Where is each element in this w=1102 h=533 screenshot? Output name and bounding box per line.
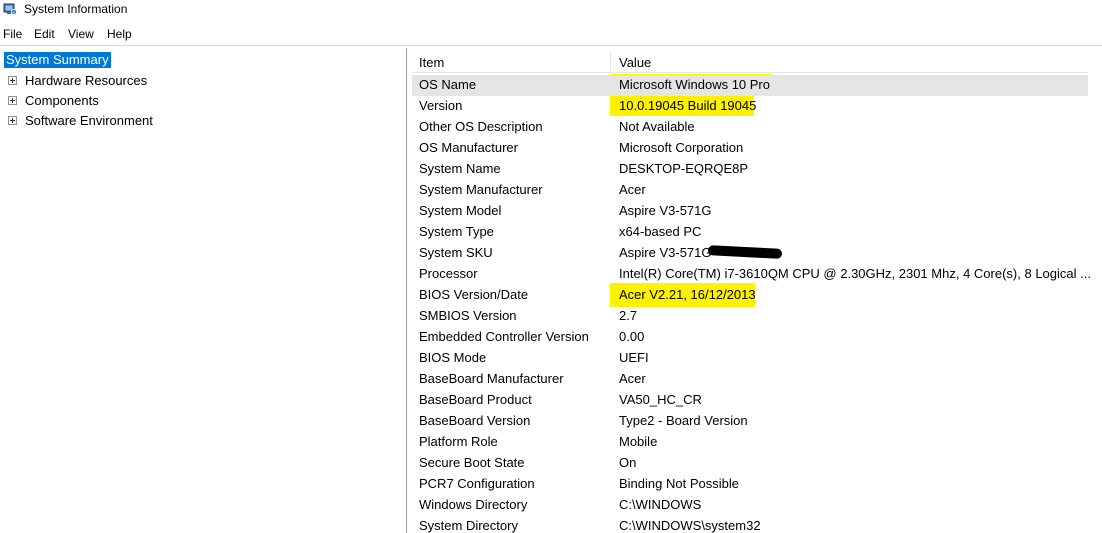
plus-box-icon[interactable] (8, 116, 17, 125)
row-item: Version (419, 98, 463, 113)
plus-box-icon[interactable] (8, 76, 17, 85)
row-item: BaseBoard Version (419, 413, 531, 428)
table-row[interactable]: Processor Intel(R) Core(TM) i7-3610QM CP… (412, 264, 1091, 285)
row-value: C:\WINDOWS\system32 (619, 518, 761, 533)
category-tree: System Summary Hardware Resources Compon… (0, 48, 405, 533)
menu-bar: File Edit View Help (0, 24, 1102, 44)
tree-item-label: Hardware Resources (25, 73, 148, 88)
menu-file[interactable]: File (3, 27, 22, 41)
table-row[interactable]: BIOS Version/Date Acer V2.21, 16/12/2013 (412, 285, 1088, 306)
tree-item-label: Components (25, 93, 99, 108)
row-item: OS Manufacturer (419, 140, 518, 155)
row-item: Processor (419, 266, 478, 281)
pane-splitter[interactable] (406, 48, 410, 533)
table-row[interactable]: BaseBoard Manufacturer Acer (412, 369, 1088, 390)
row-value: UEFI (619, 350, 649, 365)
row-value: Not Available (619, 119, 695, 134)
row-item: System Type (419, 224, 494, 239)
table-row[interactable]: Embedded Controller Version 0.00 (412, 327, 1088, 348)
list-header: Item Value (412, 52, 1088, 73)
plus-box-icon[interactable] (8, 96, 17, 105)
row-item: System Model (419, 203, 502, 218)
row-item: BaseBoard Manufacturer (419, 371, 564, 386)
row-value: Aspire V3-571G (619, 203, 712, 218)
details-list: Item Value OS Name Microsoft Windows 10 … (412, 48, 1102, 533)
table-row[interactable]: System Type x64-based PC (412, 222, 1088, 243)
row-item: Other OS Description (419, 119, 543, 134)
table-row[interactable]: System Manufacturer Acer (412, 180, 1088, 201)
row-value: Type2 - Board Version (619, 413, 748, 428)
row-item: Platform Role (419, 434, 498, 449)
row-item: PCR7 Configuration (419, 476, 535, 491)
row-item: Secure Boot State (419, 455, 525, 470)
row-item: BIOS Version/Date (419, 287, 529, 302)
row-value: Microsoft Windows 10 Pro (619, 77, 770, 92)
row-value: 2.7 (619, 308, 638, 323)
row-value: Acer V2.21, 16/12/2013 (619, 287, 756, 302)
column-header-item[interactable]: Item (419, 55, 444, 71)
menu-help[interactable]: Help (107, 27, 132, 41)
tree-item-system-summary[interactable]: System Summary (4, 52, 111, 68)
row-value: Acer (619, 182, 646, 197)
table-row[interactable]: BaseBoard Version Type2 - Board Version (412, 411, 1088, 432)
row-item: Windows Directory (419, 497, 528, 512)
row-value: 10.0.19045 Build 19045 (619, 98, 757, 113)
row-value: VA50_HC_CR (619, 392, 702, 407)
row-item: BaseBoard Product (419, 392, 532, 407)
row-item: System Directory (419, 518, 518, 533)
table-row[interactable]: Platform Role Mobile (412, 432, 1088, 453)
row-item: BIOS Mode (419, 350, 487, 365)
table-row[interactable]: System Model Aspire V3-571G (412, 201, 1088, 222)
row-value: Acer (619, 371, 646, 386)
row-item: System Manufacturer (419, 182, 543, 197)
row-value: DESKTOP-EQRQE8P (619, 161, 749, 176)
table-row[interactable]: BIOS Mode UEFI (412, 348, 1088, 369)
tree-item-label: Software Environment (25, 113, 153, 128)
row-value: Microsoft Corporation (619, 140, 744, 155)
table-row[interactable]: OS Manufacturer Microsoft Corporation (412, 138, 1088, 159)
table-row[interactable]: Other OS Description Not Available (412, 117, 1088, 138)
window-title: System Information (24, 2, 128, 16)
table-row[interactable]: Secure Boot State On (412, 453, 1088, 474)
table-row[interactable]: System SKU Aspire V3-571G (412, 243, 1088, 264)
menu-edit[interactable]: Edit (34, 27, 55, 41)
table-row[interactable]: BaseBoard Product VA50_HC_CR (412, 390, 1088, 411)
row-value: Aspire V3-571G (619, 245, 712, 260)
title-bar: System Information (0, 0, 1102, 20)
row-value: Mobile (619, 434, 658, 449)
row-value: Binding Not Possible (619, 476, 739, 491)
row-item: Embedded Controller Version (419, 329, 589, 344)
system-information-icon (3, 3, 17, 15)
table-row[interactable]: Windows Directory C:\WINDOWS (412, 495, 1088, 516)
row-value: C:\WINDOWS (619, 497, 702, 512)
row-value: On (619, 455, 637, 470)
table-row[interactable]: System Name DESKTOP-EQRQE8P (412, 159, 1088, 180)
row-item: System Name (419, 161, 501, 176)
row-value: 0.00 (619, 329, 645, 344)
row-item: SMBIOS Version (419, 308, 517, 323)
row-value: x64-based PC (619, 224, 702, 239)
column-divider[interactable] (610, 52, 611, 72)
row-item: OS Name (419, 77, 477, 92)
column-header-value[interactable]: Value (619, 55, 651, 71)
table-row[interactable]: PCR7 Configuration Binding Not Possible (412, 474, 1088, 495)
table-row[interactable]: SMBIOS Version 2.7 (412, 306, 1088, 327)
menu-view[interactable]: View (68, 27, 94, 41)
table-row[interactable]: Version 10.0.19045 Build 19045 (412, 96, 1088, 117)
table-row[interactable]: OS Name Microsoft Windows 10 Pro (412, 75, 1088, 96)
menu-divider (0, 45, 1102, 46)
row-value: Intel(R) Core(TM) i7-3610QM CPU @ 2.30GH… (619, 266, 1091, 281)
row-item: System SKU (419, 245, 493, 260)
table-row[interactable]: System Directory C:\WINDOWS\system32 (412, 516, 1088, 533)
